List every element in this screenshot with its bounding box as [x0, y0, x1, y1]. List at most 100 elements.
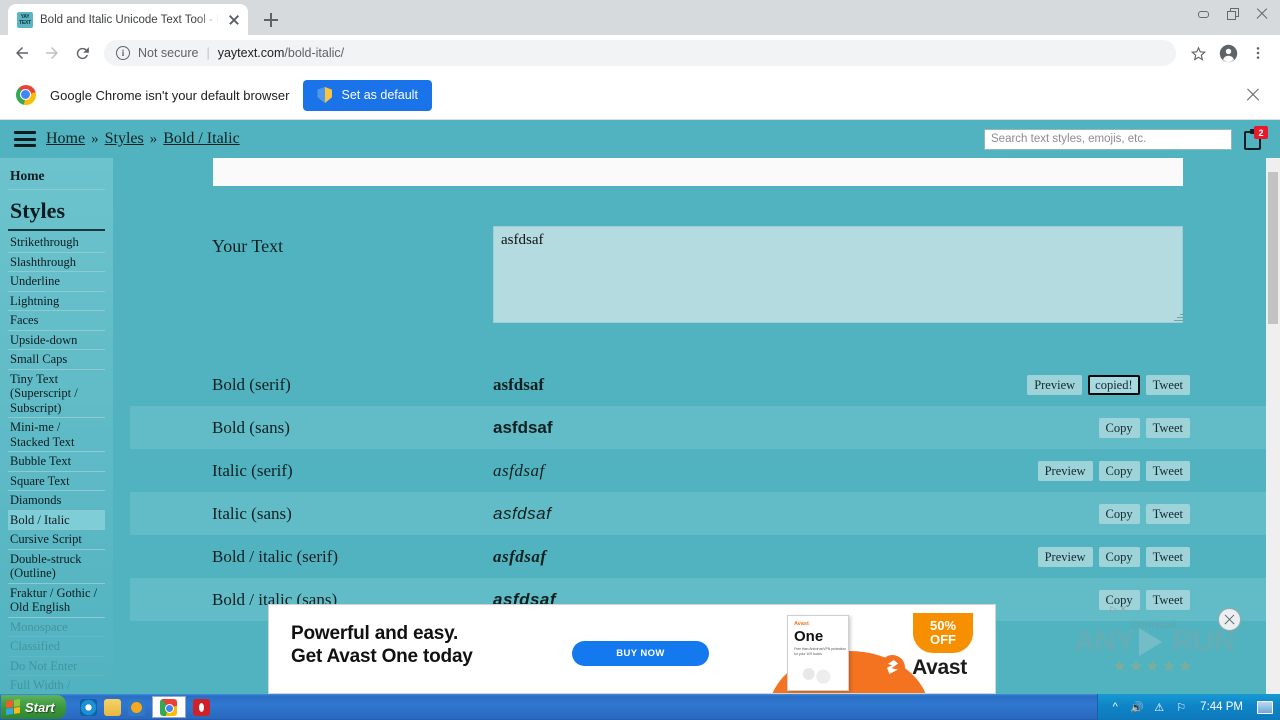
page-scrollbar[interactable] [1266, 158, 1280, 694]
preview-button[interactable]: Preview [1037, 460, 1093, 481]
tweet-button[interactable]: Tweet [1145, 589, 1190, 610]
omnibox-separator: | [206, 46, 210, 60]
page-scroll-thumb[interactable] [1268, 172, 1278, 324]
sidebar-item-bold-italic[interactable]: Bold / Italic [8, 510, 105, 530]
ad-box-logo: Avast [794, 621, 809, 627]
ad-box-artwork [796, 661, 838, 687]
ad-product-box: Avast One Free than Antivirus/VPN protec… [787, 615, 849, 691]
breadcrumb-item-home[interactable]: Home [46, 130, 85, 148]
breadcrumb-item-styles[interactable]: Styles [105, 130, 144, 148]
new-tab-button[interactable] [258, 7, 284, 33]
copy-button[interactable]: copied! [1088, 374, 1140, 395]
chrome-logo-icon [16, 85, 36, 105]
profile-avatar-icon[interactable] [1214, 39, 1242, 67]
tweet-button[interactable]: Tweet [1145, 503, 1190, 524]
sidebar-item-underline[interactable]: Underline [8, 272, 105, 292]
sidebar-item-strikethrough[interactable]: Strikethrough [8, 233, 105, 253]
sidebar-item-full-width-vaporwave[interactable]: Full Width / Vaporwave [8, 676, 105, 694]
folder-icon[interactable] [103, 698, 121, 716]
info-circle-icon: i [116, 46, 130, 60]
set-as-default-button[interactable]: Set as default [303, 79, 432, 111]
star-icon[interactable] [1184, 39, 1212, 67]
window-close-button[interactable] [1247, 1, 1276, 27]
tab-close-icon[interactable] [226, 12, 242, 28]
infobar-close-icon[interactable] [1242, 84, 1264, 106]
style-row-sample[interactable]: asfdsaf [493, 418, 553, 438]
ad-choices-icon[interactable]: ▷ ✕ [1110, 604, 1127, 615]
sidebar-item-faces[interactable]: Faces [8, 311, 105, 331]
your-text-label: Your Text [212, 236, 284, 256]
opera-icon[interactable] [192, 698, 210, 716]
sidebar-item-home[interactable]: Home [8, 166, 105, 190]
preview-button[interactable]: Preview [1037, 546, 1093, 567]
sidebar-item-cursive-script[interactable]: Cursive Script [8, 530, 105, 550]
minimize-button[interactable] [1189, 1, 1218, 27]
sidebar-item-double-struck-outline[interactable]: Double-struck (Outline) [8, 550, 105, 584]
sidebar-item-tiny-text-superscript-subscript[interactable]: Tiny Text (Superscript / Subscript) [8, 370, 105, 418]
sidebar-item-lightning[interactable]: Lightning [8, 292, 105, 311]
search-input[interactable] [984, 128, 1232, 150]
style-row-sample[interactable]: asfdsaf [493, 461, 545, 481]
sidebar-item-diamonds[interactable]: Diamonds [8, 491, 105, 511]
ad-close-button[interactable] [1218, 608, 1241, 631]
ad-discount-line-2: OFF [930, 632, 956, 647]
tweet-button[interactable]: Tweet [1145, 460, 1190, 481]
tab-title: Bold and Italic Unicode Text Tool - B [40, 13, 219, 26]
back-arrow-icon[interactable] [8, 39, 36, 67]
three-dot-menu-icon[interactable] [1244, 39, 1272, 67]
copy-button[interactable]: Copy [1098, 460, 1140, 481]
sidebar-item-fraktur-gothic-old-english[interactable]: Fraktur / Gothic / Old English [8, 584, 105, 618]
taskbar-clock[interactable]: 7:44 PM [1196, 701, 1247, 713]
windows-flag-icon [6, 699, 20, 715]
breadcrumb-item-bold-italic[interactable]: Bold / Italic [163, 130, 239, 148]
textarea-resize-handle[interactable] [1173, 312, 1184, 323]
sidebar-item-small-caps[interactable]: Small Caps [8, 350, 105, 370]
reload-icon[interactable] [68, 39, 96, 67]
copy-button[interactable]: Copy [1098, 546, 1140, 567]
sidebar-item-monospace[interactable]: Monospace [8, 618, 105, 637]
sidebar-item-classified[interactable]: Classified [8, 637, 105, 657]
hamburger-menu-icon[interactable] [14, 131, 36, 147]
style-row-sample[interactable]: asfdsaf [493, 504, 551, 524]
browser-tab[interactable]: YAY TEXT Bold and Italic Unicode Text To… [8, 4, 248, 35]
sidebar-item-do-not-enter[interactable]: Do Not Enter [8, 657, 105, 676]
ad-buy-now-button[interactable]: BUY NOW [572, 641, 709, 666]
tweet-button[interactable]: Tweet [1145, 546, 1190, 567]
show-hidden-icons[interactable]: ^ [1108, 700, 1122, 714]
default-browser-infobar: Google Chrome isn't your default browser… [0, 71, 1280, 120]
media-player-icon[interactable] [127, 698, 145, 716]
sidebar-item-upside-down[interactable]: Upside-down [8, 331, 105, 350]
avast-advertisement[interactable]: Powerful and easy. Get Avast One today B… [268, 604, 996, 694]
restore-button[interactable] [1218, 1, 1247, 27]
sidebar-item-square-text[interactable]: Square Text [8, 472, 105, 491]
forward-arrow-icon[interactable] [38, 39, 66, 67]
style-row-sample[interactable]: asfdsaf [493, 547, 547, 567]
content-top-panel [213, 158, 1183, 186]
internet-explorer-icon[interactable] [79, 698, 97, 716]
ad-box-subtitle: Free than Antivirus/VPN protection for y… [794, 647, 847, 656]
clipboard-icon[interactable]: 2 [1242, 126, 1268, 152]
set-as-default-label: Set as default [341, 88, 418, 102]
tweet-button[interactable]: Tweet [1145, 417, 1190, 438]
security-alert-icon[interactable]: ⚠ [1152, 700, 1166, 714]
show-desktop-icon[interactable] [1257, 700, 1273, 714]
tweet-button[interactable]: Tweet [1145, 374, 1190, 395]
clipboard-badge: 2 [1254, 126, 1268, 139]
style-row-sample[interactable]: asfdsaf [493, 375, 544, 395]
copy-button[interactable]: Copy [1098, 417, 1140, 438]
style-row-label: Bold (serif) [212, 374, 291, 394]
volume-icon[interactable]: 🔊 [1130, 700, 1144, 714]
sidebar-item-slashthrough[interactable]: Slashthrough [8, 253, 105, 272]
style-row: Bold (sans) asfdsaf Copy Tweet [130, 406, 1266, 449]
copy-button[interactable]: Copy [1098, 503, 1140, 524]
tab-strip: YAY TEXT Bold and Italic Unicode Text To… [0, 0, 1280, 35]
sidebar-item-bubble-text[interactable]: Bubble Text [8, 452, 105, 472]
your-text-input[interactable] [493, 226, 1183, 323]
start-button[interactable]: Start [1, 695, 66, 719]
sidebar-item-mini-me-stacked-text[interactable]: Mini-me / Stacked Text [8, 418, 105, 452]
taskbar-chrome-window[interactable] [151, 696, 186, 718]
address-bar[interactable]: i Not secure | yaytext.com/bold-italic/ [104, 40, 1176, 66]
breadcrumb-separator: » [91, 130, 99, 147]
preview-button[interactable]: Preview [1027, 374, 1083, 395]
network-flag-icon[interactable]: ⚐ [1174, 700, 1188, 714]
